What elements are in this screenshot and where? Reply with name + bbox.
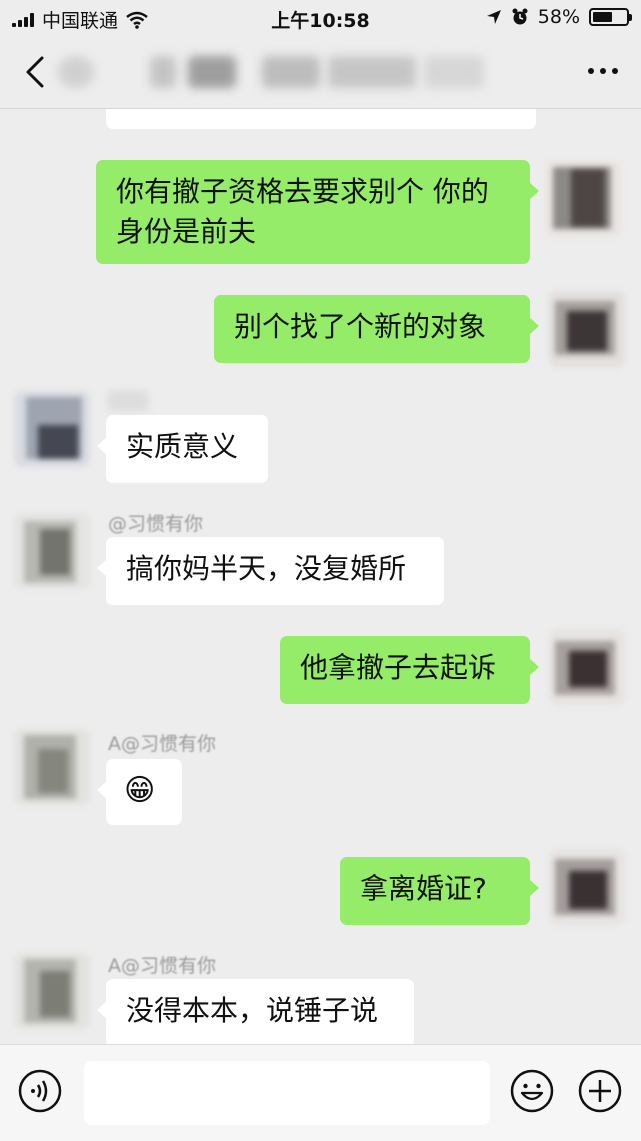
voice-icon[interactable] — [18, 1069, 62, 1113]
plus-icon[interactable] — [578, 1069, 622, 1113]
message-bubble-incoming[interactable]: 搞你妈半天，没复婚所 — [97, 537, 444, 605]
avatar[interactable] — [14, 391, 90, 467]
message-bubble-incoming[interactable]: 😁 — [97, 759, 182, 825]
message-text: 搞你妈半天，没复婚所 — [126, 552, 407, 585]
avatar[interactable] — [14, 729, 90, 805]
message-bubble-incoming[interactable]: 实质意义 — [97, 415, 268, 483]
avatar[interactable] — [14, 953, 90, 1029]
avatar[interactable] — [549, 291, 625, 367]
message-text: 你有撤子资格去要求别个 你的身份是前夫 — [116, 175, 489, 248]
sender-name: A@习惯有你 — [108, 955, 216, 977]
message-text: 别个找了个新的对象 — [234, 310, 487, 343]
message-list[interactable]: 你有撤子资格去要求别个 你的身份是前夫 别个找了个新的对象 实质意义 @习惯有你… — [0, 109, 641, 1044]
more-icon[interactable] — [583, 56, 623, 86]
alarm-icon — [512, 8, 528, 25]
location-icon — [486, 10, 501, 24]
message-text: 实质意义 — [126, 430, 239, 463]
status-right: 58% — [486, 6, 632, 28]
avatar[interactable] — [14, 513, 90, 589]
battery-icon — [589, 8, 632, 26]
chevron-left-icon[interactable] — [18, 52, 54, 92]
emoji-icon[interactable] — [510, 1069, 554, 1113]
message-bubble-incoming[interactable]: 没得本本，说锤子说 — [97, 979, 414, 1044]
message-text: 拿离婚证? — [360, 872, 487, 905]
message-bubble-outgoing[interactable]: 别个找了个新的对象 — [214, 295, 539, 363]
message-input[interactable] — [84, 1061, 490, 1125]
sender-name-redacted — [108, 391, 148, 411]
chat-header — [0, 36, 641, 109]
avatar[interactable] — [549, 629, 625, 705]
message-bubble-outgoing[interactable]: 你有撤子资格去要求别个 你的身份是前夫 — [96, 160, 539, 264]
previous-message-bubble — [106, 109, 536, 129]
battery-fill — [593, 12, 612, 22]
grin-emoji-icon: 😁 — [124, 773, 156, 808]
message-text: 没得本本，说锤子说 — [126, 994, 379, 1027]
battery-percent: 58% — [537, 6, 580, 28]
avatar[interactable] — [549, 849, 625, 925]
message-bubble-outgoing[interactable]: 他拿撤子去起诉 — [280, 636, 539, 704]
message-bubble-outgoing[interactable]: 拿离婚证? — [340, 857, 539, 925]
message-text: 他拿撤子去起诉 — [300, 651, 497, 684]
status-bar: 中国联通 上午10:58 58% — [0, 0, 641, 36]
avatar[interactable] — [545, 161, 621, 237]
input-bar — [0, 1044, 641, 1141]
sender-name: @习惯有你 — [108, 513, 204, 535]
sender-name: A@习惯有你 — [108, 733, 216, 755]
